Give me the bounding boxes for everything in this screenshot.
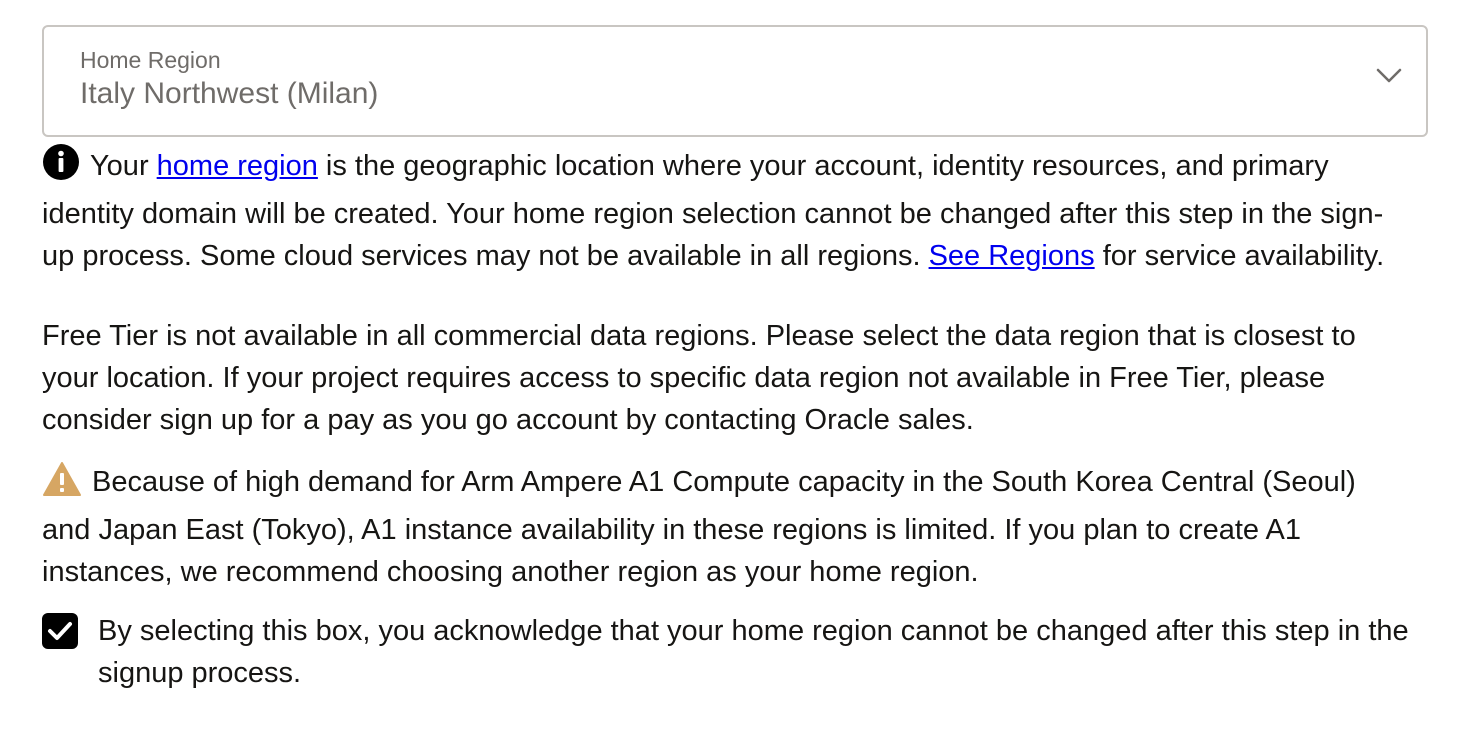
home-region-select[interactable]: Home Region Italy Northwest (Milan) (42, 25, 1428, 137)
free-tier-notice: Free Tier is not available in all commer… (42, 320, 1356, 436)
chevron-down-icon (1376, 67, 1402, 85)
home-region-info: Your home region is the geographic locat… (42, 143, 1402, 277)
acknowledge-label: By selecting this box, you acknowledge t… (98, 615, 1409, 689)
arm-capacity-warning: Because of high demand for Arm Ampere A1… (42, 461, 1402, 593)
home-region-value: Italy Northwest (Milan) (80, 77, 379, 110)
home-region-label: Home Region (80, 47, 221, 73)
warning-text: Because of high demand for Arm Ampere A1… (42, 466, 1356, 588)
checkmark-icon (48, 622, 72, 640)
acknowledge-checkbox[interactable] (42, 613, 78, 649)
home-region-link[interactable]: home region (157, 150, 318, 182)
info-text-3: for service availability. (1094, 240, 1385, 272)
info-text-1: Your (90, 150, 157, 182)
info-icon (42, 143, 80, 193)
see-regions-link[interactable]: See Regions (929, 240, 1095, 272)
warning-icon (42, 461, 82, 509)
